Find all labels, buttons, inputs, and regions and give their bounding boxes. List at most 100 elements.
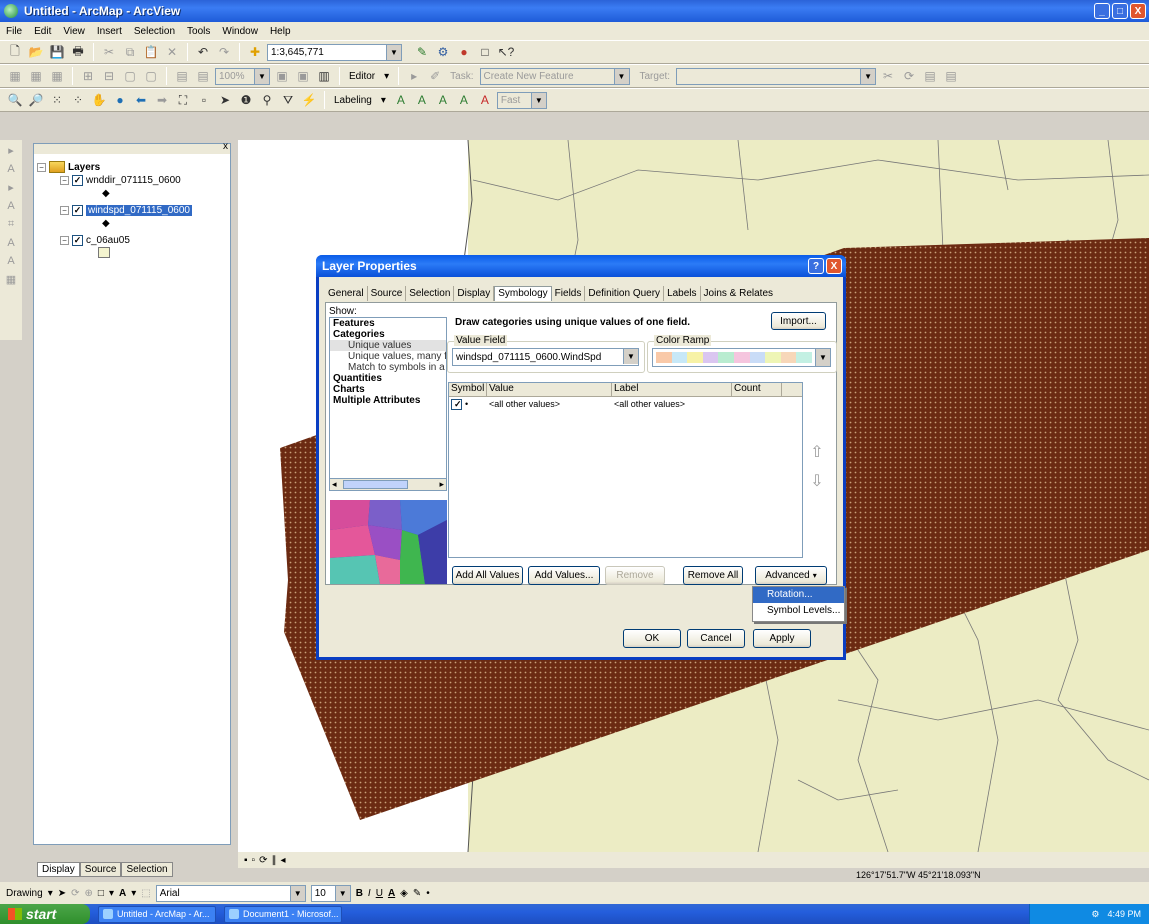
line-color-icon[interactable]: ✎ (413, 888, 421, 899)
layout-zoom-combo[interactable]: 100% ▼ (215, 67, 270, 85)
column-header[interactable]: Symbol (449, 383, 487, 396)
table-row[interactable]: ✓ • <all other values> <all other values… (449, 397, 802, 411)
collapse-icon[interactable]: − (60, 236, 69, 245)
taskbar-item-word[interactable]: Document1 - Microsof... (224, 905, 342, 923)
zoom-in-layout-icon[interactable]: ⊞ (79, 67, 97, 85)
apply-button[interactable]: Apply (753, 629, 811, 648)
attributes-icon[interactable]: ▤ (921, 67, 939, 85)
tab-source[interactable]: Source (79, 862, 122, 877)
font-color-icon[interactable]: A (388, 888, 395, 899)
toggle-icon[interactable]: ▣ (294, 67, 312, 85)
arctoolbox-icon[interactable]: ⚙ (434, 43, 452, 61)
show-list[interactable]: Features Categories Unique values Unique… (329, 317, 447, 487)
window-titlebar[interactable]: Untitled - ArcMap - ArcView _ □ X (0, 0, 1149, 22)
close-icon[interactable]: x (223, 141, 228, 152)
scroll-left-icon[interactable]: ◂ (332, 479, 337, 490)
taskbar-item-arcmap[interactable]: Untitled - ArcMap - Ar... (98, 905, 216, 923)
sketch-tool-icon[interactable]: ✐ (426, 67, 444, 85)
font-combo[interactable]: Arial ▼ (155, 884, 306, 902)
tray-icon[interactable]: ⚙ (1091, 909, 1099, 920)
bold-icon[interactable]: B (356, 888, 363, 899)
toc-layer-wnddir[interactable]: − ✓ wnddir_071115_0600 (60, 175, 181, 186)
find-icon[interactable]: ⚲ (258, 91, 276, 109)
menu-view[interactable]: View (61, 26, 87, 37)
tool-icon[interactable]: ▸ (8, 144, 14, 157)
edit-tool-icon[interactable]: ▸ (405, 67, 423, 85)
select-elements-icon[interactable]: ➤ (58, 888, 66, 899)
rotate-tool-icon[interactable]: ⟳ (900, 67, 918, 85)
menu-item-symbol-levels[interactable]: Symbol Levels... (753, 603, 844, 619)
drawing-menu[interactable]: Drawing (6, 888, 43, 899)
remove-all-button[interactable]: Remove All (683, 566, 743, 585)
collapse-icon[interactable]: − (37, 162, 46, 172)
cut-icon[interactable]: ✂ (100, 43, 118, 61)
new-text-icon[interactable]: A (119, 888, 126, 899)
text-tool-icon[interactable]: A (7, 163, 14, 175)
zoom-out-layout-icon[interactable]: ⊟ (100, 67, 118, 85)
fill-color-icon[interactable]: ◈ (400, 888, 408, 899)
arccatalog-icon[interactable]: ● (455, 43, 473, 61)
full-extent-icon[interactable]: ● (111, 91, 129, 109)
value-field-combo[interactable]: windspd_071115_0600.WindSpd ▼ (452, 348, 639, 366)
menu-help[interactable]: Help (268, 26, 293, 37)
collapse-icon[interactable]: − (60, 206, 69, 215)
help-button[interactable]: ? (808, 258, 824, 274)
menu-selection[interactable]: Selection (132, 26, 177, 37)
tab-general[interactable]: General (325, 286, 368, 301)
undo-icon[interactable]: ↶ (194, 43, 212, 61)
point-symbol-icon[interactable]: • (465, 399, 468, 409)
text-tool-icon[interactable]: A (7, 255, 14, 267)
column-header[interactable]: Label (612, 383, 732, 396)
list-item[interactable]: Unique values (330, 340, 446, 351)
layout-icon[interactable]: ▦ (48, 67, 66, 85)
refresh-icon[interactable]: ⟳ (259, 855, 267, 866)
toc-root[interactable]: − Layers (37, 161, 100, 173)
editor-menu[interactable]: Editor (346, 71, 378, 82)
add-all-values-button[interactable]: Add All Values (452, 566, 523, 585)
layout-view-icon[interactable]: ▫ (252, 855, 256, 866)
data-view-icon[interactable]: ▥ (315, 67, 333, 85)
select-elements-icon[interactable]: ➤ (216, 91, 234, 109)
dialog-titlebar[interactable]: Layer Properties ? X (316, 255, 846, 277)
layer-visibility-checkbox[interactable]: ✓ (72, 175, 83, 186)
close-button[interactable]: X (1130, 3, 1146, 19)
tab-labels[interactable]: Labels (664, 286, 701, 301)
fixed-zoom-out-icon[interactable]: ⁘ (69, 91, 87, 109)
task-combo[interactable]: Create New Feature ▼ (479, 67, 630, 85)
hyperlink-icon[interactable]: ⚡ (300, 91, 318, 109)
save-icon[interactable]: 💾 (48, 43, 66, 61)
list-item[interactable]: Categories (330, 329, 446, 340)
remove-button[interactable]: Remove (605, 566, 665, 585)
data-view-icon[interactable]: ▪ (244, 855, 248, 866)
start-button[interactable]: start (0, 904, 90, 924)
symbol-visible-checkbox[interactable]: ✓ (451, 398, 462, 410)
sketch-properties-icon[interactable]: ▤ (942, 67, 960, 85)
command-window-icon[interactable]: □ (476, 43, 494, 61)
menu-window[interactable]: Window (220, 26, 260, 37)
zoom-in-icon[interactable]: 🔍 (6, 91, 24, 109)
layer-visibility-checkbox[interactable]: ✓ (72, 235, 83, 246)
clear-selection-icon[interactable]: ▫ (195, 91, 213, 109)
map-scale-combo[interactable]: 1:3,645,771 ▼ (267, 43, 402, 61)
page-icon[interactable]: ▤ (194, 67, 212, 85)
split-tool-icon[interactable]: ✂ (879, 67, 897, 85)
tool-icon[interactable]: ⌗ (8, 218, 14, 231)
fixed-zoom-icon[interactable]: ▢ (142, 67, 160, 85)
back-extent-icon[interactable]: ⬅ (132, 91, 150, 109)
collapse-icon[interactable]: − (60, 176, 69, 185)
move-down-icon[interactable]: ⇩ (809, 471, 825, 491)
tab-display[interactable]: Display (37, 862, 80, 877)
pause-icon[interactable]: ∥ (271, 855, 276, 866)
scroll-left-icon[interactable]: ◂ (280, 855, 285, 866)
list-item[interactable]: Quantities (330, 373, 446, 384)
list-item[interactable]: Features (330, 318, 446, 329)
label-priority-icon[interactable]: A (413, 91, 431, 109)
paste-icon[interactable]: 📋 (142, 43, 160, 61)
column-header[interactable]: Count (732, 383, 782, 396)
rotate-icon[interactable]: ⟳ (71, 888, 79, 899)
menu-edit[interactable]: Edit (32, 26, 53, 37)
cancel-button[interactable]: Cancel (687, 629, 745, 648)
tab-selection[interactable]: Selection (406, 286, 455, 301)
measure-icon[interactable]: ⛛ (279, 91, 297, 109)
maximize-button[interactable]: □ (1112, 3, 1128, 19)
